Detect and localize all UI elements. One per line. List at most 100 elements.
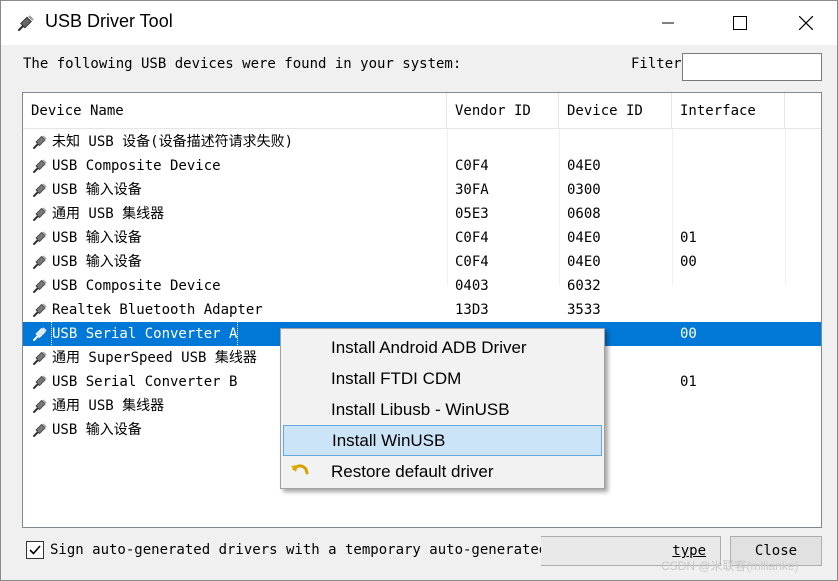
device-name: USB 输入设备 — [52, 422, 142, 438]
interface-cell: 01 — [680, 230, 697, 246]
device-row[interactable]: USB 输入设备 C0F4 04E0 00 — [23, 250, 821, 274]
vendor-id-cell: 13D3 — [455, 302, 489, 318]
device-name-cell: Realtek Bluetooth Adapter — [31, 298, 451, 322]
interface-cell — [680, 130, 780, 154]
device-name: 通用 SuperSpeed USB 集线器 — [52, 350, 257, 366]
vendor-id-cell: C0F4 — [455, 158, 489, 174]
devices-found-label: The following USB devices were found in … — [23, 56, 462, 72]
maximize-icon — [733, 16, 747, 30]
vendor-id-cell — [455, 130, 555, 154]
filter-input[interactable] — [682, 53, 822, 81]
device-name-cell: USB 输入设备 — [31, 226, 451, 250]
device-name: 未知 USB 设备(设备描述符请求失败) — [52, 134, 294, 150]
column-separator — [559, 129, 560, 285]
interface-cell — [680, 394, 780, 418]
usb-plug-icon — [33, 327, 47, 341]
menu-item-install-ftdi-cdm[interactable]: Install FTDI CDM — [283, 363, 602, 394]
usb-plug-icon — [33, 183, 47, 197]
usb-driver-tool-window: USB Driver Tool The following USB device… — [0, 0, 838, 581]
window-close-button[interactable] — [783, 1, 829, 45]
device-name: USB 输入设备 — [52, 230, 142, 246]
usb-plug-icon — [33, 423, 47, 437]
interface-cell — [680, 274, 780, 298]
minimize-button[interactable] — [645, 1, 691, 45]
device-id-cell: 04E0 — [567, 254, 601, 270]
column-separator — [447, 129, 448, 285]
vendor-id-cell: 0403 — [455, 278, 489, 294]
menu-item-install-android-adb[interactable]: Install Android ADB Driver — [283, 332, 602, 363]
maximize-button[interactable] — [717, 1, 763, 45]
device-row[interactable]: Realtek Bluetooth Adapter 13D3 3533 — [23, 298, 821, 322]
usb-plug-icon — [17, 15, 34, 32]
device-name: USB 输入设备 — [52, 182, 142, 198]
vendor-id-cell: 30FA — [455, 182, 489, 198]
column-header-device-name[interactable]: Device Name — [23, 93, 447, 129]
vendor-id-cell: 05E3 — [455, 206, 489, 222]
usb-plug-icon — [33, 351, 47, 365]
device-name-cell: USB 输入设备 — [31, 178, 451, 202]
usb-plug-icon — [33, 375, 47, 389]
interface-cell: 01 — [680, 374, 697, 390]
usb-plug-icon — [33, 231, 47, 245]
title-bar[interactable]: USB Driver Tool — [1, 1, 837, 45]
device-name-cell: USB 输入设备 — [31, 250, 451, 274]
device-name-cell: 未知 USB 设备(设备描述符请求失败) — [31, 130, 451, 154]
device-name-cell: USB Composite Device — [31, 154, 451, 178]
device-id-cell: 04E0 — [567, 230, 601, 246]
usb-plug-icon — [33, 399, 47, 413]
usb-plug-icon — [33, 303, 47, 317]
device-row[interactable]: USB 输入设备 30FA 0300 — [23, 178, 821, 202]
vendor-id-cell: C0F4 — [455, 230, 489, 246]
device-id-cell: 0608 — [567, 206, 601, 222]
usb-plug-icon — [33, 135, 47, 149]
device-row[interactable]: 未知 USB 设备(设备描述符请求失败) — [23, 130, 821, 154]
list-header: Device Name Vendor ID Device ID Interfac… — [23, 93, 821, 129]
device-name-cell: USB Composite Device — [31, 274, 451, 298]
interface-cell — [680, 154, 780, 178]
interface-cell — [680, 298, 780, 322]
interface-cell — [680, 346, 780, 370]
device-name: Realtek Bluetooth Adapter — [52, 302, 263, 318]
menu-item-label: Restore default driver — [331, 462, 494, 481]
interface-cell — [680, 202, 780, 226]
interface-cell — [680, 418, 780, 442]
device-row[interactable]: USB 输入设备 C0F4 04E0 01 — [23, 226, 821, 250]
usb-plug-icon — [33, 159, 47, 173]
filter-label: Filter — [631, 56, 682, 72]
checkmark-icon — [29, 545, 41, 555]
usb-plug-icon — [33, 207, 47, 221]
device-name: USB Serial Converter B — [52, 374, 238, 390]
device-id-cell — [567, 130, 667, 154]
device-name: USB Serial Converter A — [50, 322, 239, 346]
interface-cell: 00 — [680, 326, 697, 342]
device-name: USB 输入设备 — [52, 254, 142, 270]
device-id-cell: 6032 — [567, 278, 601, 294]
column-header-device-id[interactable]: Device ID — [559, 93, 672, 129]
device-row[interactable]: 通用 USB 集线器 05E3 0608 — [23, 202, 821, 226]
menu-item-restore-default-driver[interactable]: Restore default driver — [283, 456, 602, 487]
usb-plug-icon — [33, 279, 47, 293]
vendor-id-cell: C0F4 — [455, 254, 489, 270]
column-header-interface[interactable]: Interface — [672, 93, 785, 129]
device-name: USB Composite Device — [52, 278, 221, 294]
column-header-vendor-id[interactable]: Vendor ID — [447, 93, 559, 129]
device-id-cell: 04E0 — [567, 158, 601, 174]
close-icon — [799, 16, 813, 30]
menu-item-install-libusb-winusb[interactable]: Install Libusb - WinUSB — [283, 394, 602, 425]
interface-cell — [680, 178, 780, 202]
sign-drivers-checkbox[interactable] — [26, 541, 44, 559]
window-title: USB Driver Tool — [45, 11, 173, 31]
device-name: 通用 USB 集线器 — [52, 398, 165, 414]
device-id-cell: 3533 — [567, 302, 601, 318]
watermark: CSDN @米联客(milianke) — [661, 559, 799, 573]
undo-arrow-icon — [291, 464, 309, 475]
device-id-cell: 0300 — [567, 182, 601, 198]
usb-plug-icon — [33, 255, 47, 269]
device-name: 通用 USB 集线器 — [52, 206, 165, 222]
minimize-icon — [662, 22, 674, 24]
device-row[interactable]: USB Composite Device 0403 6032 — [23, 274, 821, 298]
device-row[interactable]: USB Composite Device C0F4 04E0 — [23, 154, 821, 178]
device-name-cell: 通用 USB 集线器 — [31, 202, 451, 226]
menu-item-install-winusb[interactable]: Install WinUSB — [283, 425, 602, 456]
device-name: USB Composite Device — [52, 158, 221, 174]
